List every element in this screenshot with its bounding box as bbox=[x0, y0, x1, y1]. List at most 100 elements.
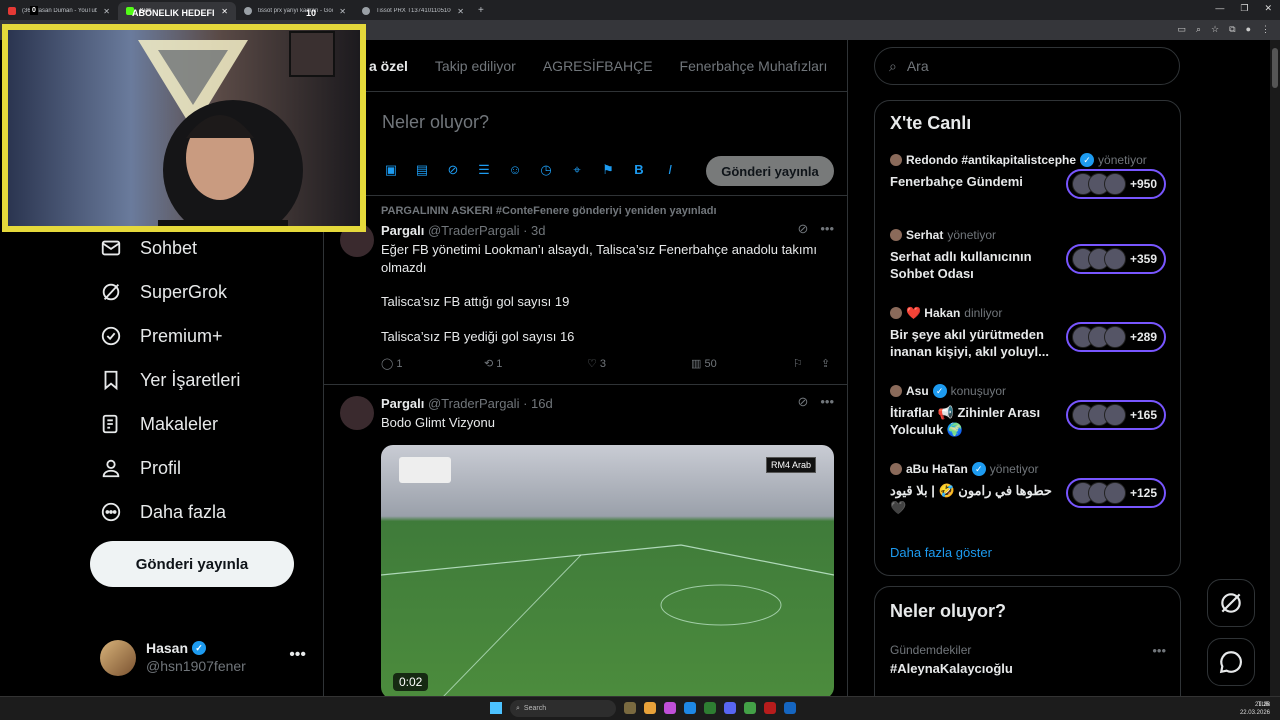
tweet[interactable]: Pargalı @TraderPargali · 16d ⊘ ••• Bodo … bbox=[324, 386, 848, 696]
like-count: 3 bbox=[599, 358, 607, 370]
sidebar-item-articles[interactable]: Makaleler bbox=[100, 409, 218, 439]
sidebar-item-supergrok[interactable]: SuperGrok bbox=[100, 277, 227, 307]
tweet-text: Bodo Glimt Vizyonu bbox=[381, 415, 495, 430]
publish-button[interactable]: Gönderi yayınla bbox=[706, 156, 834, 186]
location-icon[interactable]: ⌖ bbox=[568, 162, 586, 178]
menu-icon[interactable]: ⋮ bbox=[1261, 24, 1270, 35]
image-icon[interactable]: ▣ bbox=[382, 162, 400, 178]
card-title: X'te Canlı bbox=[890, 113, 972, 133]
sidebar-item-more[interactable]: Daha fazla bbox=[100, 497, 226, 527]
search-icon[interactable]: ⌕ bbox=[1196, 24, 1201, 35]
profile-icon[interactable]: ● bbox=[1246, 24, 1251, 35]
star-icon[interactable]: ☆ bbox=[1211, 24, 1219, 35]
tab-for-you[interactable]: a özel bbox=[369, 58, 408, 74]
schedule-icon[interactable]: ◷ bbox=[537, 162, 555, 178]
minimize-icon[interactable]: — bbox=[1215, 3, 1224, 14]
space-title: Serhat adlı kullanıcının Sohbet Odası bbox=[890, 249, 1032, 281]
app-icon[interactable] bbox=[764, 702, 776, 714]
grok-fab[interactable] bbox=[1207, 579, 1255, 627]
grok-icon[interactable]: ⊘ bbox=[797, 394, 808, 410]
sidebar-item-bookmarks[interactable]: Yer İşaretleri bbox=[100, 365, 240, 395]
edge-icon[interactable] bbox=[684, 702, 696, 714]
chrome-icon[interactable] bbox=[744, 702, 756, 714]
discord-icon[interactable] bbox=[724, 702, 736, 714]
sidebar-item-premium[interactable]: Premium+ bbox=[100, 321, 223, 351]
steam-icon[interactable] bbox=[784, 702, 796, 714]
app-icon[interactable] bbox=[624, 702, 636, 714]
grok-icon[interactable]: ⊘ bbox=[797, 221, 808, 237]
search-field[interactable]: ⌕ Ara bbox=[874, 47, 1180, 85]
search-input[interactable]: Ara bbox=[907, 58, 929, 74]
more-icon[interactable]: ••• bbox=[820, 221, 834, 237]
verified-icon bbox=[101, 326, 121, 346]
browser-tab[interactable]: Tissot PRX T1374101105100 Er... ✕ bbox=[354, 2, 472, 20]
gif-icon[interactable]: ▤ bbox=[413, 162, 431, 178]
live-space[interactable]: Redondo #antikapitalistcephe ✓ yönetiyor F… bbox=[890, 153, 1166, 213]
flag-icon[interactable]: ⚑ bbox=[599, 162, 617, 178]
trend-item[interactable]: #AleynaKalaycıoğlu bbox=[890, 661, 1013, 676]
listener-count: +125 bbox=[1130, 486, 1158, 500]
extensions-icon[interactable]: ⧉ bbox=[1229, 24, 1235, 35]
tweet[interactable]: PARGALININ ASKERI #ConteFenere gönderiyi… bbox=[324, 197, 848, 385]
views-button[interactable]: ▥ 50 bbox=[691, 357, 717, 370]
cast-icon[interactable]: ▭ bbox=[1177, 24, 1186, 35]
avatar[interactable] bbox=[340, 396, 374, 430]
file-explorer-icon[interactable] bbox=[644, 702, 656, 714]
tab-following[interactable]: Takip ediliyor bbox=[435, 58, 516, 74]
author-name[interactable]: Pargalı bbox=[381, 396, 424, 411]
author-name[interactable]: Pargalı bbox=[381, 223, 424, 238]
listeners-pill[interactable]: +289 bbox=[1066, 322, 1166, 352]
more-icon[interactable]: ••• bbox=[1152, 643, 1166, 658]
live-space[interactable]: Serhat yönetiyor Serhat adlı kullanıcının… bbox=[890, 228, 1166, 288]
avatar bbox=[1104, 326, 1126, 348]
live-space[interactable]: aBu HaTan ✓ yönetiyor حطوها في رامون 🤣 | ب… bbox=[890, 462, 1166, 522]
grok-icon[interactable]: ⊘ bbox=[444, 162, 462, 178]
sidebar-item-profile[interactable]: Profil bbox=[100, 453, 181, 483]
host-role: yönetiyor bbox=[947, 228, 997, 242]
close-window-icon[interactable]: ✕ bbox=[1264, 3, 1272, 14]
more-icon[interactable]: ••• bbox=[820, 394, 834, 410]
new-tab-button[interactable]: + bbox=[472, 5, 490, 16]
sidebar-item-chat[interactable]: Sohbet bbox=[100, 233, 197, 263]
verified-badge-icon: ✓ bbox=[1080, 153, 1095, 167]
account-more-icon[interactable]: ••• bbox=[289, 646, 306, 664]
app-icon[interactable] bbox=[704, 702, 716, 714]
windows-start-icon[interactable] bbox=[490, 702, 502, 714]
system-clock[interactable]: 21:28 22.03.2026 bbox=[1240, 701, 1270, 717]
subscriber-count: 0 bbox=[30, 6, 38, 15]
listeners-pill[interactable]: +165 bbox=[1066, 400, 1166, 430]
view-count: 50 bbox=[704, 358, 717, 370]
subscription-goal-label: ABONELIK HEDEFI bbox=[132, 8, 215, 18]
emoji-icon[interactable]: ☺ bbox=[506, 162, 524, 178]
avatar bbox=[1104, 248, 1126, 270]
listeners-pill[interactable]: +950 bbox=[1066, 169, 1166, 199]
account-switcher[interactable]: Hasan ✓ @hsn1907fener ••• bbox=[100, 638, 312, 678]
close-icon[interactable]: ✕ bbox=[457, 7, 464, 16]
share-icon[interactable]: ⇪ bbox=[821, 357, 830, 370]
live-space[interactable]: Asu ✓ konuşuyor İtiraflar 📢 Zihinler Arası… bbox=[890, 384, 1166, 444]
app-icon[interactable] bbox=[664, 702, 676, 714]
show-more-link[interactable]: Daha fazla göster bbox=[890, 545, 992, 560]
like-button[interactable]: ♡ 3 bbox=[587, 357, 606, 370]
italic-icon[interactable]: I bbox=[661, 162, 679, 178]
sidebar-item-label: Yer İşaretleri bbox=[140, 369, 241, 390]
page-scrollbar[interactable] bbox=[1270, 40, 1280, 696]
taskbar-search[interactable]: ⌕ Search bbox=[510, 700, 616, 717]
listeners-pill[interactable]: +359 bbox=[1066, 244, 1166, 274]
bold-icon[interactable]: B bbox=[630, 162, 648, 178]
repost-button[interactable]: ⟲ 1 bbox=[484, 357, 502, 370]
live-space[interactable]: ❤️ Hakan dinliyor Bir şeye akıl yürütmede… bbox=[890, 306, 1166, 366]
messages-fab[interactable] bbox=[1207, 638, 1255, 686]
maximize-icon[interactable]: ❐ bbox=[1240, 3, 1248, 14]
listener-count: +289 bbox=[1130, 330, 1158, 344]
listeners-pill[interactable]: +125 bbox=[1066, 478, 1166, 508]
post-button[interactable]: Gönderi yayınla bbox=[90, 541, 294, 587]
reply-button[interactable]: ◯ 1 bbox=[381, 357, 403, 370]
poll-icon[interactable]: ☰ bbox=[475, 162, 493, 178]
tab-list-muhafizlari[interactable]: Fenerbahçe Muhafızları bbox=[680, 58, 828, 74]
scrollbar-thumb[interactable] bbox=[1272, 48, 1278, 88]
video-player[interactable]: RM4 Arab 0:02 bbox=[381, 445, 834, 696]
compose-input[interactable]: Neler oluyor? bbox=[382, 112, 489, 133]
bookmark-icon[interactable]: ⚐ bbox=[793, 357, 803, 370]
tab-list-agresifbahce[interactable]: AGRESİFBAHÇE bbox=[543, 58, 653, 74]
